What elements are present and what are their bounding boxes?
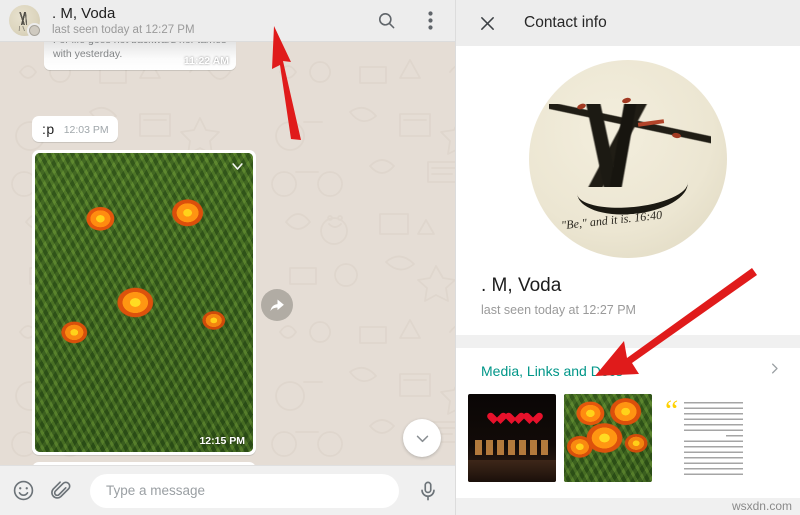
image-attachment[interactable]: 12:15 PM xyxy=(35,153,253,452)
chat-contact-status: last seen today at 12:27 PM xyxy=(52,23,195,36)
message-timestamp: 12:15 PM xyxy=(199,435,245,447)
chat-header-actions xyxy=(375,10,441,32)
watermark: wsxdn.com xyxy=(731,499,792,513)
sign-lettering xyxy=(475,439,549,455)
contact-info-body[interactable]: "Be," and it is. 16:40 . M, Voda last se… xyxy=(456,46,800,515)
emoji-smiley-icon[interactable] xyxy=(12,479,35,502)
chevron-right-icon[interactable] xyxy=(767,361,782,381)
status-ring-icon xyxy=(29,25,40,36)
message-input-wrapper[interactable] xyxy=(90,473,399,508)
flowers-photo xyxy=(35,153,253,452)
media-links-docs-row[interactable]: Media, Links and Docs xyxy=(456,348,800,394)
chat-header-texts: . M, Voda last seen today at 12:27 PM xyxy=(52,5,367,37)
contact-avatar[interactable] xyxy=(9,5,42,38)
profile-card: "Be," and it is. 16:40 . M, Voda last se… xyxy=(456,46,800,335)
profile-name: . M, Voda xyxy=(481,275,562,296)
message-bubble-image[interactable] xyxy=(32,462,256,465)
message-bubble-image[interactable]: 12:15 PM xyxy=(32,150,256,455)
quote-mark-icon: “ xyxy=(665,394,679,427)
message-composer xyxy=(0,465,455,515)
hearts-decoration xyxy=(488,413,537,425)
section-divider xyxy=(456,335,800,348)
message-timestamp: 12:03 PM xyxy=(63,124,109,136)
chevron-down-icon xyxy=(416,435,428,442)
heart-icon xyxy=(488,413,501,425)
message-bubble-text[interactable]: For life goes not backward nor tarries w… xyxy=(44,42,236,70)
chat-header[interactable]: . M, Voda last seen today at 12:27 PM xyxy=(0,0,455,42)
media-thumbnail[interactable] xyxy=(564,394,652,482)
microphone-icon[interactable] xyxy=(417,480,439,502)
heart-icon xyxy=(524,413,537,425)
whatsapp-web-window: . M, Voda last seen today at 12:27 PM wi… xyxy=(0,0,800,515)
profile-avatar[interactable]: "Be," and it is. 16:40 xyxy=(529,60,727,258)
close-x-icon[interactable] xyxy=(476,12,498,34)
chat-contact-name: . M, Voda xyxy=(52,4,116,22)
heart-icon xyxy=(506,413,519,425)
status-ring-badge[interactable] xyxy=(27,23,42,38)
contact-info-title: Contact info xyxy=(524,14,607,31)
profile-avatar-wrapper[interactable]: "Be," and it is. 16:40 xyxy=(456,60,800,258)
media-thumbnail[interactable] xyxy=(468,394,556,482)
media-thumbnail-strip: “ xyxy=(456,394,800,492)
message-input[interactable] xyxy=(106,483,383,498)
contact-info-header: Contact info xyxy=(456,0,800,46)
media-thumbnail[interactable]: “ xyxy=(660,394,748,482)
message-scroll-area[interactable]: For life goes not backward nor tarries w… xyxy=(0,42,455,465)
chat-pane: . M, Voda last seen today at 12:27 PM wi… xyxy=(0,0,455,515)
media-links-docs-label: Media, Links and Docs xyxy=(481,363,623,379)
profile-status: last seen today at 12:27 PM xyxy=(481,303,636,317)
contact-info-pane: Contact info "Be," and it is. 16:40 . M,… xyxy=(455,0,800,515)
flowers-photo xyxy=(564,394,652,482)
forward-arrow-icon[interactable] xyxy=(261,289,293,321)
message-list: For life goes not backward nor tarries w… xyxy=(0,42,455,465)
search-icon[interactable] xyxy=(375,10,397,32)
chevron-down-icon[interactable] xyxy=(230,159,245,179)
overflow-menu-icon[interactable] xyxy=(419,10,441,32)
message-timestamp: 11:22 AM xyxy=(183,55,229,67)
message-text: :p xyxy=(42,121,55,137)
media-card: Media, Links and Docs “ xyxy=(456,348,800,498)
scroll-to-bottom-button[interactable] xyxy=(403,419,441,457)
quote-text-lines xyxy=(684,402,743,478)
paperclip-icon[interactable] xyxy=(49,479,72,502)
message-bubble-emoticon[interactable]: :p 12:03 PM xyxy=(32,116,118,142)
crowd-silhouette xyxy=(468,460,556,482)
